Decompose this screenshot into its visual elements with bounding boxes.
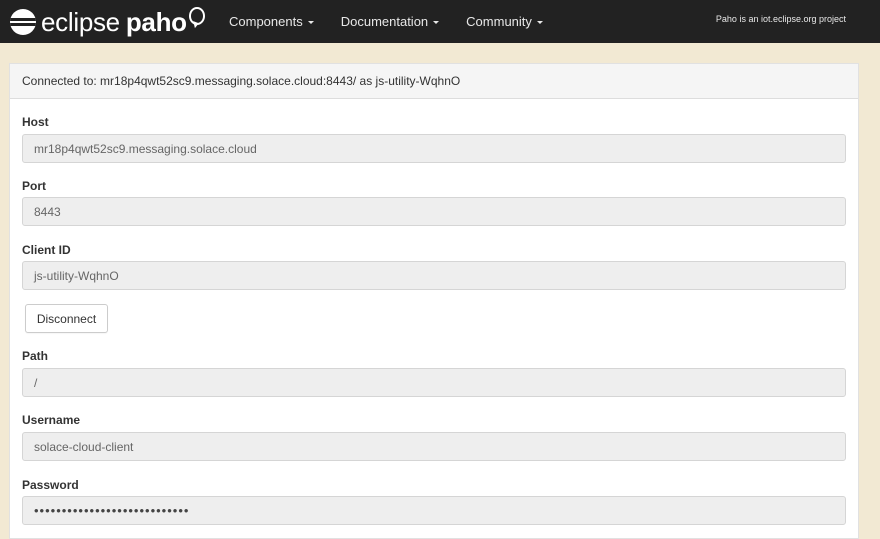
nav-documentation-label: Documentation: [340, 14, 429, 29]
port-value: 8443: [34, 204, 61, 219]
password-label: Password: [22, 478, 79, 492]
path-label: Path: [22, 349, 49, 363]
chevron-down-icon: [433, 21, 440, 24]
disconnect-button[interactable]: Disconnect: [25, 304, 108, 333]
port-input[interactable]: 8443: [22, 197, 846, 226]
nav-components[interactable]: Components: [229, 14, 314, 29]
brand-paho-text: paho: [125, 6, 187, 37]
eclipse-logo-icon: [10, 8, 36, 35]
connection-status-text: Connected to: mr18p4qwt52sc9.messaging.s…: [22, 74, 461, 88]
host-label: Host: [22, 115, 49, 129]
nav-components-label: Components: [229, 14, 303, 29]
nav-community[interactable]: Community: [466, 14, 543, 29]
brand-eclipse-text: eclipse: [41, 6, 120, 37]
speech-bubble-icon: [188, 6, 205, 25]
connection-panel: Connected to: mr18p4qwt52sc9.messaging.s…: [9, 63, 859, 539]
username-input[interactable]: solace-cloud-client: [22, 432, 846, 461]
client-id-input[interactable]: js-utility-WqhnO: [22, 261, 846, 290]
top-navbar: eclipse paho Components Documentation Co…: [0, 0, 880, 43]
password-value: ••••••••••••••••••••••••••••: [34, 503, 190, 518]
chevron-down-icon: [536, 21, 543, 24]
nav-documentation[interactable]: Documentation: [340, 14, 440, 29]
connection-status-heading: Connected to: mr18p4qwt52sc9.messaging.s…: [10, 64, 858, 99]
username-value: solace-cloud-client: [34, 439, 134, 454]
path-value: /: [34, 375, 38, 390]
client-id-value: js-utility-WqhnO: [34, 268, 119, 283]
project-tagline[interactable]: Paho is an iot.eclipse.org project: [716, 14, 846, 24]
nav-community-label: Community: [466, 14, 532, 29]
port-label: Port: [22, 179, 46, 193]
host-value: mr18p4qwt52sc9.messaging.solace.cloud: [34, 141, 257, 156]
client-id-label: Client ID: [22, 243, 71, 257]
eclipse-paho-logo[interactable]: eclipse paho: [0, 0, 205, 43]
main-navigation: Components Documentation Community: [229, 0, 570, 43]
host-input[interactable]: mr18p4qwt52sc9.messaging.solace.cloud: [22, 134, 846, 163]
path-input[interactable]: /: [22, 368, 846, 397]
username-label: Username: [22, 413, 81, 427]
chevron-down-icon: [307, 21, 314, 24]
password-input[interactable]: ••••••••••••••••••••••••••••: [22, 496, 846, 525]
